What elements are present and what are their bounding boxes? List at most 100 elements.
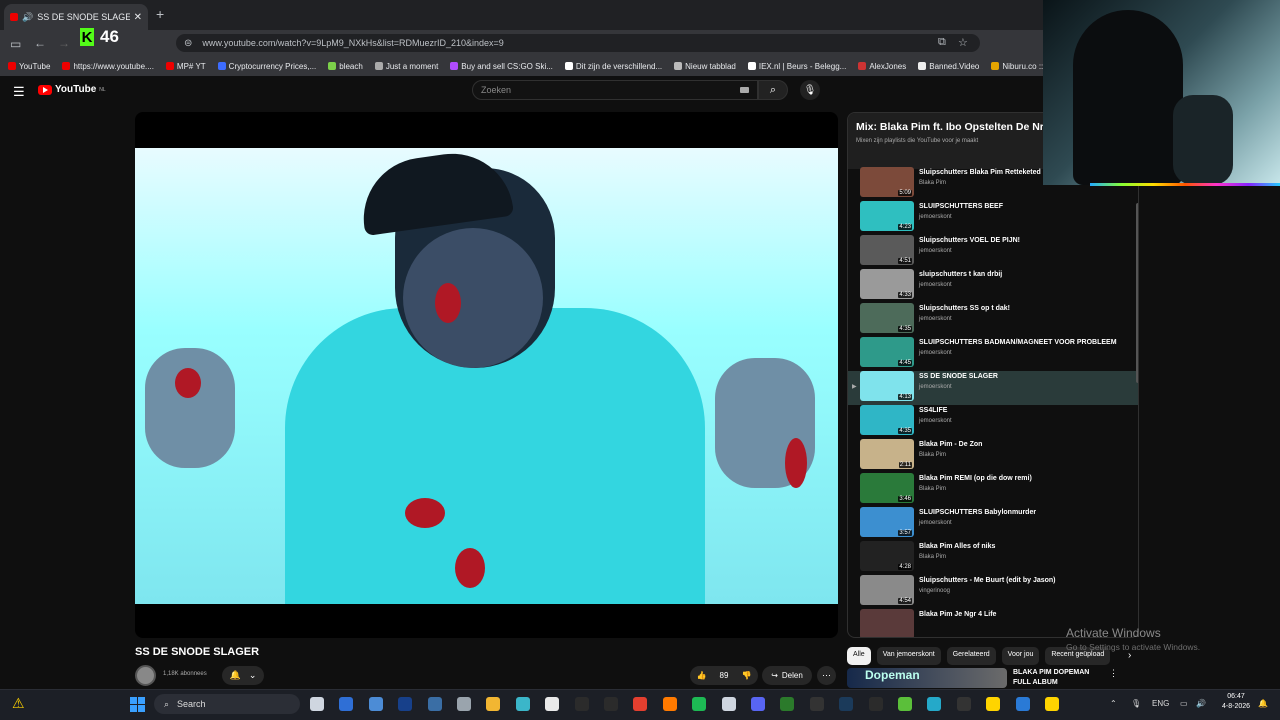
playlist-item[interactable]: 4:35 SS4LIFE jemoerskont (848, 405, 1138, 439)
playlist-item[interactable]: 4:51 Sluipschutters VOEL DE PIJN! jemoersk… (848, 235, 1138, 269)
taskbar-app-icon[interactable] (751, 697, 765, 711)
taskbar-app-icon[interactable] (633, 697, 648, 711)
site-info-icon[interactable]: ⊜ (184, 38, 192, 49)
taskbar-app-icon[interactable] (339, 697, 354, 711)
volume-icon[interactable]: 🔊 (1196, 699, 1206, 708)
search-button[interactable]: ⌕ (758, 80, 788, 100)
share-button[interactable]: ↪ Delen (762, 666, 812, 685)
network-icon[interactable]: ▭ (1180, 699, 1188, 708)
taskbar-app-icon[interactable] (692, 697, 707, 711)
taskbar-app-icon[interactable] (427, 697, 442, 711)
taskbar-app-icon[interactable] (927, 697, 942, 711)
notification-button[interactable]: 🔔 ⌄ (222, 666, 264, 685)
filter-chip[interactable]: Alle (847, 647, 871, 665)
taskbar-app-icon[interactable] (398, 697, 413, 711)
filter-chip[interactable]: Van jemoerskont (876, 647, 941, 665)
taskbar-app-icon[interactable] (721, 697, 736, 711)
taskbar-app-icon[interactable] (1045, 697, 1059, 711)
close-tab-icon[interactable]: ✕ (134, 12, 142, 23)
taskbar-app-icon[interactable] (486, 697, 501, 711)
bookmark-item[interactable]: Cryptocurrency Prices,... (217, 62, 316, 71)
playlist-item[interactable]: ▶ 4:13 SS DE SNODE SLAGER jemoerskont (848, 371, 1138, 405)
taskbar-app-icon[interactable] (956, 697, 971, 711)
thumbs-up-icon[interactable]: 👍 (697, 671, 707, 680)
more-actions-button[interactable]: ⋯ (817, 666, 836, 685)
install-app-icon[interactable]: ⧉ (938, 36, 946, 49)
bookmark-item[interactable]: Nieuw tabblad (674, 62, 736, 71)
bookmark-item[interactable]: MP# YT (165, 62, 206, 71)
channel-avatar[interactable] (135, 665, 156, 686)
youtube-logo[interactable]: YouTube NL (38, 84, 106, 95)
playlist-thumbnail[interactable]: 4:13 (860, 371, 914, 401)
start-button[interactable] (130, 697, 145, 712)
bookmark-item[interactable]: Banned.Video (918, 62, 979, 71)
playlist-thumbnail[interactable]: 4:45 (860, 337, 914, 367)
playlist-item[interactable]: 3:57 SLUIPSCHUTTERS Babylonmurder jemoersk… (848, 507, 1138, 541)
taskbar-app-icon[interactable] (1015, 697, 1030, 711)
notification-icon[interactable]: 🔔 (1258, 699, 1268, 708)
playlist-thumbnail[interactable]: 4:28 (860, 541, 914, 571)
address-bar[interactable]: ⊜ www.youtube.com/watch?v=9LpM9_NXkHs&li… (176, 34, 980, 52)
taskbar-app-icon[interactable] (515, 697, 530, 711)
language-indicator[interactable]: ENG (1152, 699, 1169, 708)
bookmark-item[interactable]: YouTube (8, 62, 50, 71)
bookmark-item[interactable]: IEX.nl | Beurs - Belegg... (747, 62, 846, 71)
speaker-icon[interactable]: 🔊 (22, 12, 33, 23)
playlist-item[interactable]: 4:28 Blaka Pim Alles of niks Blaka Pim (848, 541, 1138, 575)
search-input[interactable]: Zoeken (472, 80, 758, 100)
playlist-item[interactable]: 4:45 SLUIPSCHUTTERS BADMAN/MAGNEET VOOR P… (848, 337, 1138, 371)
playlist-thumbnail[interactable]: 4:35 (860, 303, 914, 333)
playlist-scrollbar[interactable] (1136, 203, 1138, 383)
keyboard-icon[interactable] (740, 87, 749, 93)
recommended-video[interactable]: Dopeman BLAKA PIM DOPEMAN FULL ALBUM ⋮ (847, 668, 1137, 688)
bookmark-item[interactable]: Buy and sell CS:GO Ski... (450, 62, 553, 71)
playlist-thumbnail[interactable]: 4:51 (860, 235, 914, 265)
filter-chip[interactable]: Voor jou (1001, 647, 1040, 665)
taskbar-app-icon[interactable] (457, 697, 471, 711)
browser-tab[interactable]: 🔊 SS DE SNODE SLAGER - YouTube ✕ (4, 4, 148, 30)
taskbar-app-icon[interactable] (604, 697, 618, 711)
playlist-item[interactable]: 3:46 Blaka Pim REMI (op die dow remi) Blak… (848, 473, 1138, 507)
bookmark-star-icon[interactable]: ☆ (958, 36, 968, 49)
bookmark-item[interactable]: https://www.youtube.... (62, 62, 154, 71)
thumbs-down-icon[interactable]: 👎 (741, 671, 751, 680)
bookmark-item[interactable]: Dit zijn de verschillend... (564, 62, 662, 71)
bookmark-item[interactable]: AlexJones (858, 62, 906, 71)
taskbar-app-icon[interactable] (839, 697, 854, 711)
playlist-item[interactable]: 4:35 Sluipschutters SS op t dak! jemoersko… (848, 303, 1138, 337)
kick-badge[interactable]: K 46 (80, 27, 119, 47)
playlist-thumbnail[interactable]: 3:57 (860, 507, 914, 537)
playlist-thumbnail[interactable]: 3:46 (860, 473, 914, 503)
playlist-item[interactable]: 2:11 Blaka Pim - De Zon Blaka Pim (848, 439, 1138, 473)
bookmark-item[interactable]: Just a moment (374, 62, 438, 71)
playlist-item[interactable]: 4:23 SLUIPSCHUTTERS BEEF jemoerskont (848, 201, 1138, 235)
playlist-thumbnail[interactable]: 4:54 (860, 575, 914, 605)
system-clock[interactable]: 06:47 4-8-2026 (1222, 692, 1250, 712)
playlist-item[interactable]: 4:33 sluipschutters t kan drbij jemoerskon… (848, 269, 1138, 303)
taskbar-app-icon[interactable] (368, 697, 383, 711)
warning-icon[interactable]: ⚠ (12, 695, 25, 712)
filter-chip[interactable]: Gerelateerd (946, 647, 996, 665)
like-dislike-group[interactable]: 👍 89 👎 (690, 666, 758, 685)
taskbar-app-icon[interactable] (780, 697, 795, 711)
video-player[interactable] (135, 112, 838, 638)
bookmark-item[interactable]: bleach (328, 62, 363, 71)
taskbar-app-icon[interactable] (545, 697, 560, 711)
chevron-up-icon[interactable]: ⌃ (1110, 699, 1117, 708)
playlist-thumbnail[interactable]: 5:09 (860, 167, 914, 197)
taskbar-app-icon[interactable] (574, 697, 589, 711)
sidebar-toggle-icon[interactable]: ▭ (10, 37, 21, 51)
microphone-icon[interactable]: 🎙 (1131, 699, 1141, 708)
playlist-thumbnail[interactable]: 4:35 (860, 405, 914, 435)
new-tab-button[interactable]: + (156, 6, 164, 22)
playlist-thumbnail[interactable] (860, 609, 914, 637)
back-icon[interactable]: ← (34, 36, 46, 50)
playlist-item[interactable]: 4:54 Sluipschutters - Me Buurt (edit by J… (848, 575, 1138, 609)
forward-icon[interactable]: → (58, 36, 70, 50)
playlist-thumbnail[interactable]: 4:23 (860, 201, 914, 231)
playlist-thumbnail[interactable]: 2:11 (860, 439, 914, 469)
taskbar-app-icon[interactable] (310, 697, 324, 711)
taskbar-app-icon[interactable] (662, 697, 677, 711)
taskbar-app-icon[interactable] (868, 697, 883, 711)
taskbar-search[interactable]: ⌕ Search (154, 694, 300, 714)
